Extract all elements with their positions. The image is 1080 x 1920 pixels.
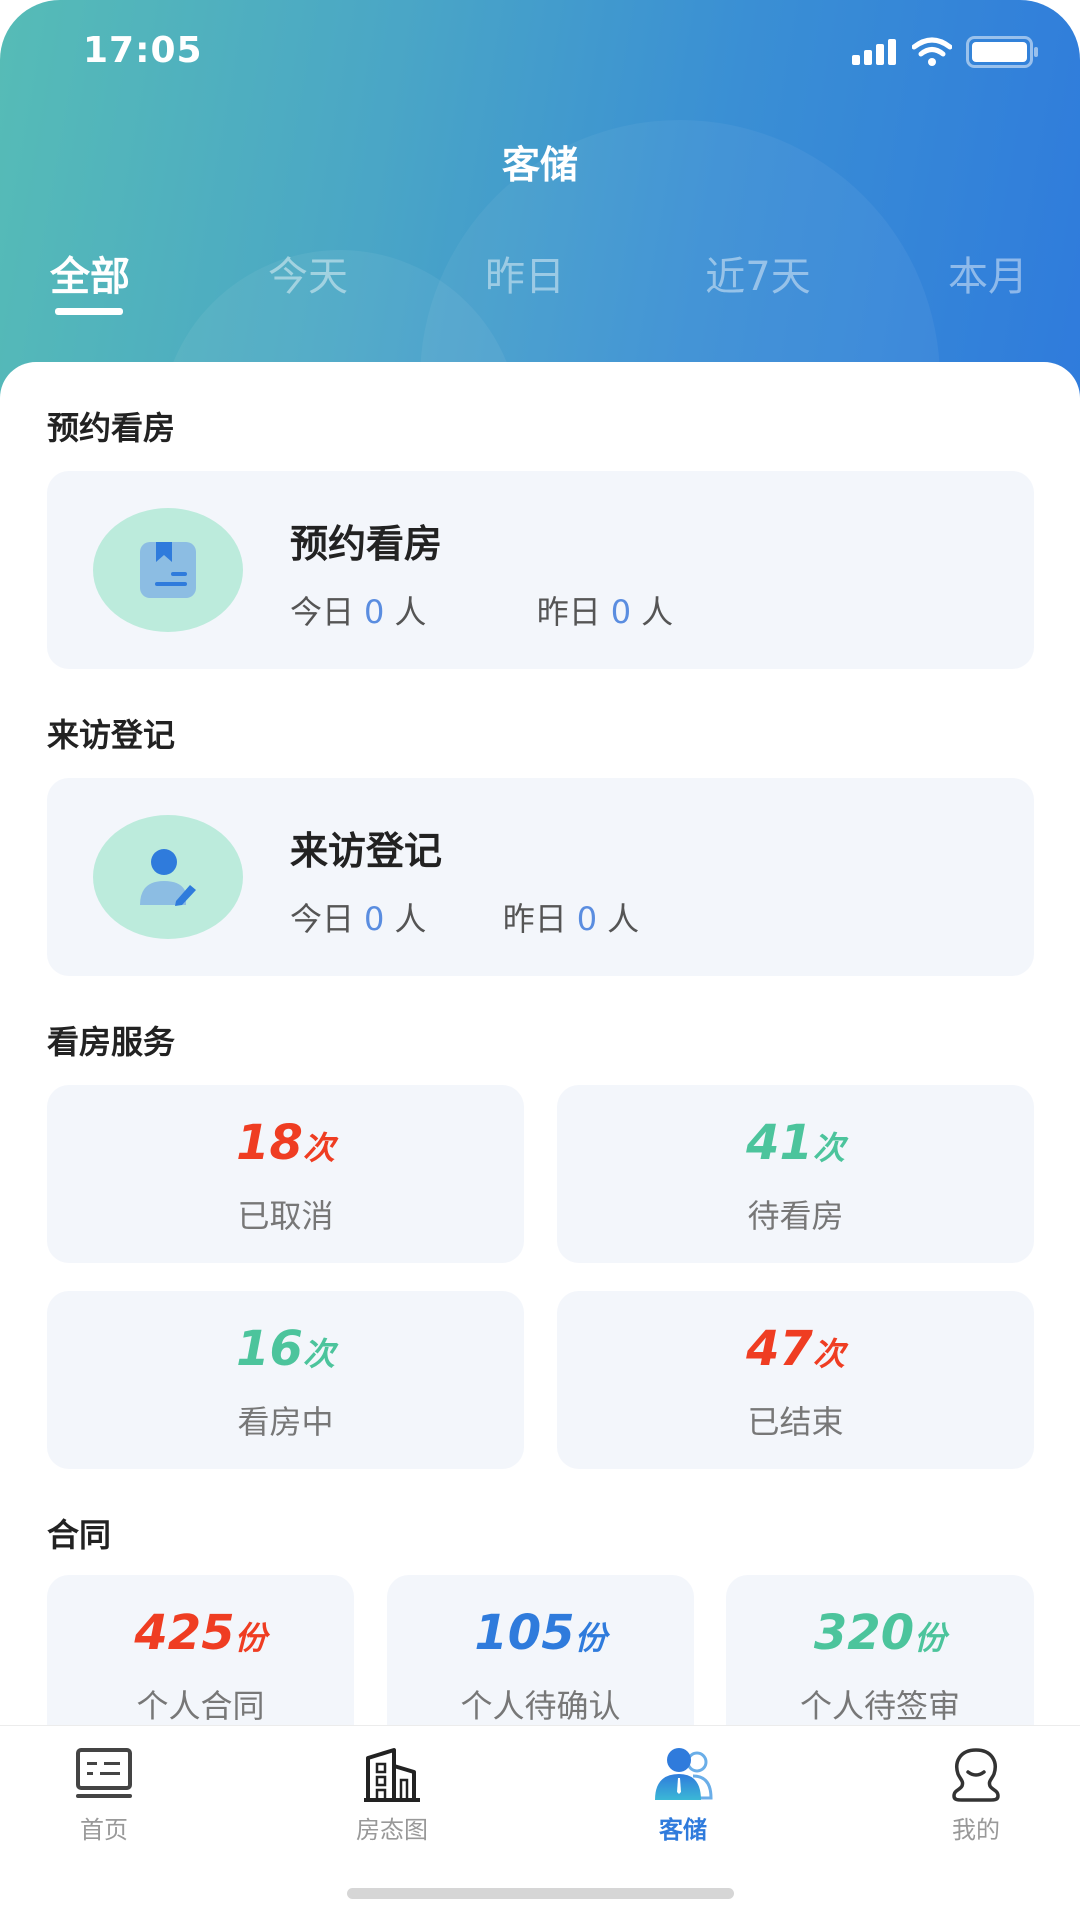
stat-unit: 次	[302, 1129, 335, 1167]
yesterday-label: 昨日	[536, 593, 601, 631]
section-title-appointment: 预约看房	[47, 409, 176, 447]
stat-value: 47次	[557, 1321, 1034, 1377]
bookmark-book-icon	[140, 542, 196, 598]
stat-unit: 次	[812, 1335, 845, 1373]
page-title: 客储	[501, 143, 578, 187]
stat-label: 看房中	[237, 1403, 334, 1441]
appointment-card[interactable]: 预约看房 今日 0 人 昨日 0 人	[47, 471, 1034, 669]
yesterday-label: 昨日	[502, 900, 567, 938]
stat-label: 个人待签审	[799, 1687, 960, 1725]
appointment-icon-circle	[93, 508, 243, 632]
unit-label: 人	[394, 593, 427, 631]
wifi-icon	[912, 37, 952, 66]
tabbar-label: 我的	[952, 1816, 1000, 1844]
tab-this-month[interactable]: 本月	[948, 244, 1028, 302]
stat-label: 个人合同	[136, 1687, 265, 1725]
stat-label: 待看房	[747, 1197, 844, 1235]
yesterday-count: 0	[610, 593, 632, 631]
stat-number: 47	[746, 1321, 813, 1377]
user-edit-icon	[140, 849, 196, 906]
viewing-stat-pending[interactable]: 41次 待看房	[557, 1085, 1034, 1263]
appointment-card-title: 预约看房	[290, 522, 443, 566]
today-label: 今日	[290, 900, 355, 938]
section-title-visit: 来访登记	[47, 716, 176, 754]
stat-value: 41次	[557, 1115, 1034, 1171]
profile-icon	[952, 1748, 1000, 1802]
stat-value: 18次	[47, 1115, 524, 1171]
stat-label: 已结束	[747, 1403, 844, 1441]
stat-unit: 次	[302, 1335, 335, 1373]
stat-unit: 次	[812, 1129, 845, 1167]
stat-label: 已取消	[237, 1197, 334, 1235]
stat-unit: 份	[574, 1619, 607, 1657]
stat-value: 320份	[726, 1605, 1034, 1661]
stat-unit: 份	[914, 1619, 947, 1657]
today-count: 0	[364, 593, 385, 631]
customers-icon	[655, 1748, 713, 1800]
visit-card-title: 来访登记	[290, 829, 443, 873]
viewing-stat-finished[interactable]: 47次 已结束	[557, 1291, 1034, 1469]
status-bar: 17:05	[0, 0, 1080, 100]
status-time: 17:05	[83, 30, 203, 71]
section-title-contracts: 合同	[47, 1516, 112, 1554]
tabbar-item-room-status[interactable]: 房态图	[292, 1726, 492, 1856]
buildings-icon	[364, 1748, 420, 1802]
today-label: 今日	[290, 593, 355, 631]
tabbar-item-profile[interactable]: 我的	[876, 1726, 1076, 1856]
stat-value: 105份	[387, 1605, 694, 1661]
period-tabs: 全部 今天 昨日 近7天 本月	[0, 244, 1080, 324]
tabbar-label: 客储	[659, 1816, 707, 1844]
tab-today[interactable]: 今天	[268, 244, 348, 302]
stat-number: 16	[236, 1321, 303, 1377]
tabbar-label: 房态图	[356, 1816, 428, 1844]
status-icons	[852, 36, 1040, 68]
unit-label: 人	[641, 593, 674, 631]
tab-yesterday[interactable]: 昨日	[485, 244, 565, 302]
viewing-stat-cancelled[interactable]: 18次 已取消	[47, 1085, 524, 1263]
tabbar-item-customers[interactable]: 客储	[583, 1726, 783, 1856]
home-indicator[interactable]	[347, 1888, 734, 1899]
app-screen: 17:05 客储 全部 今天 昨日 近7天 本月 预约看房 预约看房 今日 0 …	[0, 0, 1080, 1920]
active-tab-indicator	[55, 308, 123, 315]
viewing-stat-in-progress[interactable]: 16次 看房中	[47, 1291, 524, 1469]
tab-last-7-days[interactable]: 近7天	[705, 244, 810, 302]
today-count: 0	[364, 900, 385, 938]
stat-label: 个人待确认	[460, 1687, 621, 1725]
stat-unit: 份	[234, 1619, 267, 1657]
appointment-stats: 今日 0 人 昨日 0 人	[290, 587, 673, 633]
stat-number: 18	[236, 1115, 303, 1171]
home-dashboard-icon	[76, 1748, 132, 1798]
visit-stats: 今日 0 人 昨日 0 人	[290, 894, 639, 940]
stat-value: 16次	[47, 1321, 524, 1377]
tabbar-label: 首页	[80, 1816, 128, 1844]
section-title-viewing-service: 看房服务	[47, 1023, 176, 1061]
tabbar-item-home[interactable]: 首页	[4, 1726, 204, 1856]
stat-number: 320	[813, 1605, 915, 1661]
visit-registration-card[interactable]: 来访登记 今日 0 人 昨日 0 人	[47, 778, 1034, 976]
yesterday-count: 0	[576, 900, 598, 938]
stat-value: 425份	[47, 1605, 354, 1661]
stat-number: 105	[474, 1605, 575, 1661]
unit-label: 人	[607, 900, 640, 938]
stat-number: 41	[746, 1115, 813, 1171]
tab-all[interactable]: 全部	[50, 244, 130, 302]
visit-icon-circle	[93, 815, 243, 939]
stat-number: 425	[134, 1605, 235, 1661]
signal-icon	[852, 39, 896, 65]
battery-icon	[966, 36, 1038, 68]
unit-label: 人	[394, 900, 427, 938]
